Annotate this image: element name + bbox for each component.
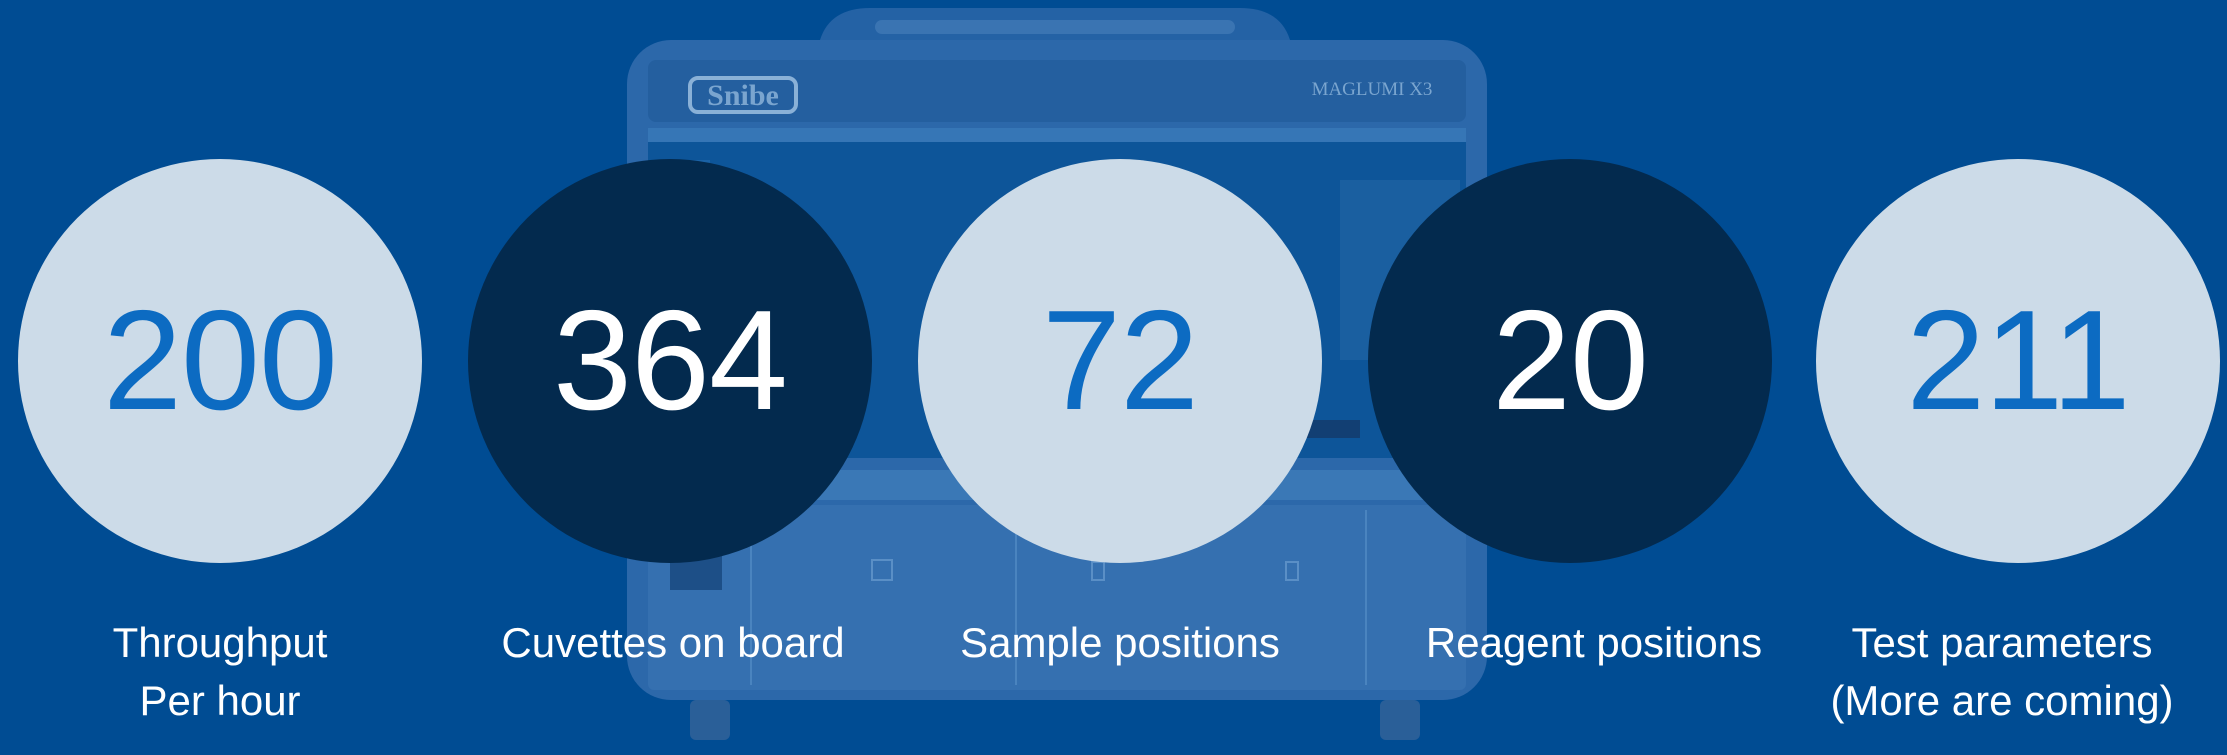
stat-value-reagent-positions: 20 <box>1492 281 1649 440</box>
stat-label-line: Per hour <box>139 677 301 724</box>
stat-label-line: Test parameters <box>1851 619 2153 666</box>
stat-label-reagent-positions: Reagent positions <box>1374 614 1814 672</box>
machine-brand-label: Snibe <box>707 79 779 112</box>
stat-label-line: Throughput <box>112 619 328 666</box>
stat-label-line: Reagent positions <box>1425 619 1763 666</box>
stat-label-test-parameters: Test parameters (More are coming) <box>1782 614 2222 730</box>
stat-circle-sample-positions: 72 <box>918 159 1322 563</box>
stat-label-throughput: Throughput Per hour <box>0 614 440 730</box>
stat-label-cuvettes: Cuvettes on board <box>453 614 893 672</box>
stat-circle-throughput: 200 <box>18 159 422 563</box>
stat-label-line: Cuvettes on board <box>501 619 845 666</box>
stat-circle-cuvettes: 364 <box>468 159 872 563</box>
machine-model-label: MAGLUMI X3 <box>1312 79 1433 100</box>
stat-value-cuvettes: 364 <box>553 281 788 440</box>
stat-value-throughput: 200 <box>103 281 338 440</box>
stat-circle-reagent-positions: 20 <box>1368 159 1772 563</box>
stats-banner: Snibe MAGLUMI X3 200 364 72 20 211 Throu… <box>0 0 2227 755</box>
stat-label-line: (More are coming) <box>1830 677 2174 724</box>
stat-circle-test-parameters: 211 <box>1816 159 2220 563</box>
stat-value-sample-positions: 72 <box>1042 281 1199 440</box>
stat-label-sample-positions: Sample positions <box>900 614 1340 672</box>
stat-value-test-parameters: 211 <box>1906 281 2130 440</box>
stat-label-line: Sample positions <box>960 619 1280 666</box>
